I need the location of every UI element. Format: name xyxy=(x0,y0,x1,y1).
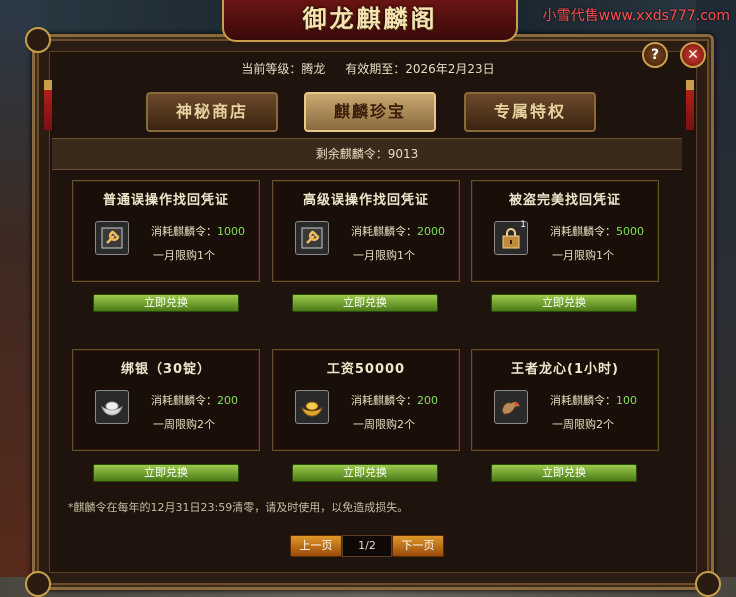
cost-label: 消耗麒麟令： xyxy=(351,394,417,407)
redeem-button[interactable]: 立即兑换 xyxy=(292,294,438,312)
cost-value: 200 xyxy=(217,394,238,407)
icon-badge: 1 xyxy=(520,220,526,230)
redeem-button[interactable]: 立即兑换 xyxy=(491,464,637,482)
item-card: 被盗完美找回凭证 1 消耗麒麟令：5000 一月限购1个 xyxy=(471,180,659,282)
item-card: 工资50000 消耗麒麟令：200 一周限购2个 xyxy=(272,349,460,451)
cost-label: 消耗麒麟令： xyxy=(351,225,417,238)
item-cost: 消耗麒麟令：1000 xyxy=(151,223,245,239)
next-page-button[interactable]: 下一页 xyxy=(392,535,444,557)
tab-bar: 神秘商店 麒麟珍宝 专属特权 xyxy=(140,92,600,132)
tassel-left xyxy=(44,80,52,130)
cost-value: 100 xyxy=(616,394,637,407)
redeem-button[interactable]: 立即兑换 xyxy=(93,464,239,482)
item-cost: 消耗麒麟令：200 xyxy=(351,392,438,408)
level-label: 当前等级： xyxy=(241,62,302,76)
corner-ornament xyxy=(695,571,721,597)
wrench-icon[interactable] xyxy=(95,221,129,255)
item-limit: 一月限购1个 xyxy=(552,249,614,262)
tassel-right xyxy=(686,80,694,130)
tab-mystery-shop[interactable]: 神秘商店 xyxy=(146,92,278,132)
lock-icon[interactable]: 1 xyxy=(494,220,528,255)
cost-label: 消耗麒麟令： xyxy=(151,225,217,238)
corner-ornament xyxy=(25,27,51,53)
gold-ingot-icon[interactable] xyxy=(295,390,329,424)
expiry-value: 2026年2月23日 xyxy=(405,62,495,76)
item-title: 工资50000 xyxy=(326,362,406,377)
remaining-label: 剩余麒麟令： xyxy=(315,147,388,161)
redeem-button[interactable]: 立即兑换 xyxy=(93,294,239,312)
item-title: 普通误操作找回凭证 xyxy=(102,193,229,208)
watermark-text: 小雪代售www.xxds777.com xyxy=(542,8,730,24)
cost-label: 消耗麒麟令： xyxy=(151,394,217,407)
page-indicator: 1/2 xyxy=(342,535,392,557)
cost-value: 5000 xyxy=(616,225,644,238)
redeem-button[interactable]: 立即兑换 xyxy=(491,294,637,312)
item-title: 王者龙心(1小时) xyxy=(511,362,619,377)
level-info: 当前等级：腾龙 xyxy=(241,62,325,76)
item-limit: 一周限购2个 xyxy=(353,418,415,431)
redeem-button[interactable]: 立即兑换 xyxy=(292,464,438,482)
cost-label: 消耗麒麟令： xyxy=(550,225,616,238)
prev-page-button[interactable]: 上一页 xyxy=(290,535,342,557)
item-limit: 一月限购1个 xyxy=(153,249,215,262)
item-limit: 一周限购2个 xyxy=(552,418,614,431)
reset-notice: *麒麟令在每年的12月31日23:59清零，请及时使用，以免造成损失。 xyxy=(68,501,409,514)
item-cost: 消耗麒麟令：100 xyxy=(550,392,637,408)
item-limit: 一月限购1个 xyxy=(353,249,415,262)
item-cost: 消耗麒麟令：5000 xyxy=(550,223,644,239)
level-value: 腾龙 xyxy=(301,62,326,76)
expiry-label: 有效期至： xyxy=(345,62,406,76)
item-title: 绑银（30锭） xyxy=(120,362,212,377)
expiry-info: 有效期至：2026年2月23日 xyxy=(345,62,494,76)
item-title: 高级误操作找回凭证 xyxy=(302,193,429,208)
item-card: 王者龙心(1小时) 消耗麒麟令：100 一周限购2个 xyxy=(471,349,659,451)
cost-label: 消耗麒麟令： xyxy=(550,394,616,407)
tab-exclusive-privilege[interactable]: 专属特权 xyxy=(464,92,596,132)
dragon-heart-icon[interactable] xyxy=(494,390,528,424)
window-title: 御龙麒麟阁 xyxy=(302,4,438,33)
status-line: 当前等级：腾龙 有效期至：2026年2月23日 xyxy=(0,60,736,77)
cost-value: 200 xyxy=(417,394,438,407)
cost-value: 1000 xyxy=(217,225,245,238)
wrench-icon[interactable] xyxy=(295,221,329,255)
item-card: 高级误操作找回凭证 消耗麒麟令：2000 一月限购1个 xyxy=(272,180,460,282)
item-cost: 消耗麒麟令：200 xyxy=(151,392,238,408)
remaining-tokens-bar: 剩余麒麟令：9013 xyxy=(52,138,682,170)
item-card: 绑银（30锭） 消耗麒麟令：200 一周限购2个 xyxy=(72,349,260,451)
item-limit: 一周限购2个 xyxy=(153,418,215,431)
tab-qilin-treasure[interactable]: 麒麟珍宝 xyxy=(304,92,436,132)
corner-ornament xyxy=(25,571,51,597)
item-card: 普通误操作找回凭证 消耗麒麟令：1000 一月限购1个 xyxy=(72,180,260,282)
remaining-value: 9013 xyxy=(387,147,419,161)
item-title: 被盗完美找回凭证 xyxy=(508,193,621,208)
item-cost: 消耗麒麟令：2000 xyxy=(351,223,445,239)
silver-ingot-icon[interactable] xyxy=(95,390,129,424)
window-title-plate: 御龙麒麟阁 xyxy=(222,0,518,42)
cost-value: 2000 xyxy=(417,225,445,238)
